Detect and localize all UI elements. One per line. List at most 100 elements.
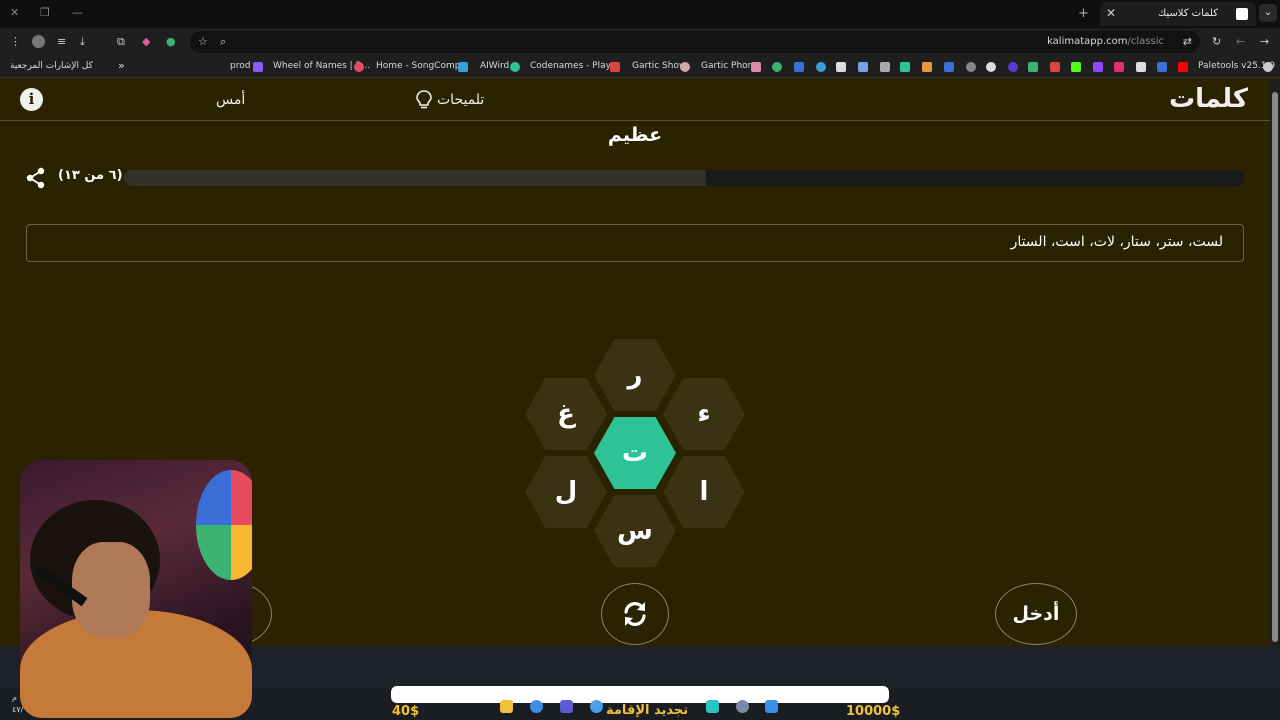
hints-link[interactable]: تلميحات — [437, 92, 484, 108]
taskbar-app-icon[interactable] — [500, 700, 513, 713]
bookmark-item[interactable]: AIWird — [480, 61, 509, 71]
back-icon[interactable]: → — [1260, 35, 1269, 48]
bookmark-favicon-icon[interactable] — [1050, 62, 1060, 72]
new-tab-button[interactable]: + — [1078, 6, 1089, 21]
bookmarks-bar: كل الإشارات المرجعية » prod Wheel of Nam… — [0, 56, 1280, 78]
extensions-icon[interactable]: ⧉ — [117, 35, 125, 49]
menu-icon[interactable]: ⋮ — [10, 35, 21, 48]
tab-title: كلمات كلاسيك — [1157, 8, 1218, 19]
tab-favicon-icon — [1236, 8, 1248, 20]
bookmark-favicon-icon[interactable] — [816, 62, 826, 72]
webcam-overlay — [20, 460, 252, 718]
page-scrollbar[interactable] — [1270, 80, 1280, 646]
zoom-icon[interactable]: ⌕ — [220, 35, 226, 49]
bookmark-favicon-icon[interactable] — [1157, 62, 1167, 72]
bookmark-favicon-icon[interactable] — [880, 62, 890, 72]
forward-icon[interactable]: ← — [1236, 35, 1245, 48]
taskbar-app-icon[interactable] — [590, 700, 603, 713]
extension-badge-icon[interactable]: ● — [166, 35, 176, 48]
taskbar-app-icon[interactable] — [530, 700, 543, 713]
bookmark-favicon-icon[interactable] — [836, 62, 846, 72]
share-icon[interactable] — [25, 167, 47, 189]
tab-bar: ✕ ❐ — + ✕ كلمات كلاسيك ⌄ — [0, 0, 1280, 28]
bookmark-item[interactable]: Home - SongComp... — [376, 61, 469, 71]
letter-tile-top-right[interactable]: ء — [663, 378, 745, 450]
bookmark-favicon-icon[interactable] — [1114, 62, 1124, 72]
toolbar: ⋮ ≡ ⤓ ⧉ ◆ ● ☆ ⌕ kalimatapp.com/classic ⇄… — [0, 28, 1280, 56]
bookmark-favicon-icon[interactable] — [1071, 62, 1081, 72]
bookmark-favicon-icon — [253, 62, 263, 72]
bookmark-item[interactable]: Gartic Show — [632, 61, 686, 71]
bookmark-star-icon[interactable]: ☆ — [198, 35, 208, 48]
kalimat-logo: كلمات — [1168, 84, 1248, 114]
app-header: i أمس تلميحات كلمات — [0, 80, 1270, 121]
info-icon[interactable]: i — [20, 88, 43, 111]
bookmark-favicon-icon[interactable] — [1093, 62, 1103, 72]
site-settings-icon[interactable]: ⇄ — [1183, 35, 1192, 48]
taskbar-app-icon[interactable] — [736, 700, 749, 713]
bookmark-favicon-icon[interactable] — [794, 62, 804, 72]
bookmark-favicon-icon[interactable] — [858, 62, 868, 72]
close-window-icon[interactable]: ✕ — [10, 6, 19, 19]
letter-tile-center[interactable]: ت — [594, 417, 676, 489]
letter-tile-bottom-right[interactable]: ا — [663, 456, 745, 528]
bookmark-favicon-icon — [354, 62, 364, 72]
address-bar[interactable]: ☆ ⌕ kalimatapp.com/classic ⇄ — [190, 31, 1200, 53]
yesterday-link[interactable]: أمس — [216, 92, 245, 108]
profile-avatar[interactable] — [32, 35, 45, 48]
renew-residency-label: تجديد الإقامة — [606, 703, 689, 718]
overlay-white-bar — [391, 686, 889, 703]
bookmark-favicon-icon[interactable] — [1178, 62, 1188, 72]
reload-icon[interactable]: ↻ — [1212, 35, 1221, 48]
letter-tile-top[interactable]: ر — [594, 339, 676, 411]
prize-wheel-image — [196, 470, 252, 580]
progress-bar — [124, 170, 1244, 186]
bookmark-favicon-icon[interactable] — [1008, 62, 1018, 72]
bookmarks-overflow-icon[interactable]: » — [118, 59, 125, 72]
lightbulb-icon[interactable] — [416, 90, 432, 110]
windows-start-icon[interactable] — [765, 700, 778, 713]
all-bookmarks-link[interactable]: كل الإشارات المرجعية — [10, 61, 93, 71]
tab-search-button[interactable]: ⌄ — [1259, 4, 1277, 22]
bookmark-favicon-icon[interactable] — [922, 62, 932, 72]
bookmark-favicon-icon[interactable] — [944, 62, 954, 72]
found-words-list: لست، ستر، ستار، لات، است، الستار — [1010, 234, 1223, 250]
url-text: kalimatapp.com/classic — [1047, 36, 1164, 47]
enter-button[interactable]: أدخل — [995, 583, 1077, 645]
money-left: 40$ — [392, 704, 420, 719]
bookmark-favicon-icon — [680, 62, 690, 72]
minimize-window-icon[interactable]: — — [72, 6, 83, 19]
bookmark-favicon-icon[interactable] — [900, 62, 910, 72]
found-words-box[interactable]: لست، ستر، ستار، لات، است، الستار — [26, 224, 1244, 262]
bookmark-favicon-icon — [1263, 62, 1273, 72]
enter-label: أدخل — [1012, 603, 1060, 625]
bookmark-favicon-icon[interactable] — [966, 62, 976, 72]
taskbar-app-icon[interactable] — [560, 700, 573, 713]
download-icon[interactable]: ⤓ — [80, 35, 85, 49]
rank-title: عظيم — [607, 124, 663, 146]
reading-list-icon[interactable]: ≡ — [57, 35, 66, 48]
bookmark-item[interactable]: prod — [230, 61, 250, 71]
letter-tile-top-left[interactable]: غ — [525, 378, 607, 450]
active-tab[interactable]: ✕ كلمات كلاسيك — [1100, 2, 1256, 26]
shuffle-button[interactable] — [601, 583, 669, 645]
letter-tile-bottom-left[interactable]: ل — [525, 456, 607, 528]
money-right: 10000$ — [846, 704, 901, 719]
progress-count: (٦ من ١٣) — [58, 168, 123, 183]
streamer-face — [72, 542, 150, 638]
bookmark-favicon-icon[interactable] — [772, 62, 782, 72]
shuffle-icon — [624, 602, 646, 626]
bookmark-favicon-icon[interactable] — [986, 62, 996, 72]
restore-window-icon[interactable]: ❐ — [40, 6, 50, 19]
bookmark-favicon-icon — [751, 62, 761, 72]
taskbar-app-icon[interactable] — [706, 700, 719, 713]
bookmark-favicon-icon[interactable] — [1028, 62, 1038, 72]
bookmark-favicon-icon — [458, 62, 468, 72]
bookmark-favicon-icon[interactable] — [1136, 62, 1146, 72]
tab-close-icon[interactable]: ✕ — [1106, 6, 1116, 20]
letter-tile-bottom[interactable]: س — [594, 495, 676, 567]
extension-shield-icon[interactable]: ◆ — [142, 35, 150, 48]
progress-bar-track — [124, 170, 707, 186]
bookmark-item[interactable]: Codenames - Play... — [530, 61, 618, 71]
scrollbar-thumb[interactable] — [1272, 92, 1278, 642]
